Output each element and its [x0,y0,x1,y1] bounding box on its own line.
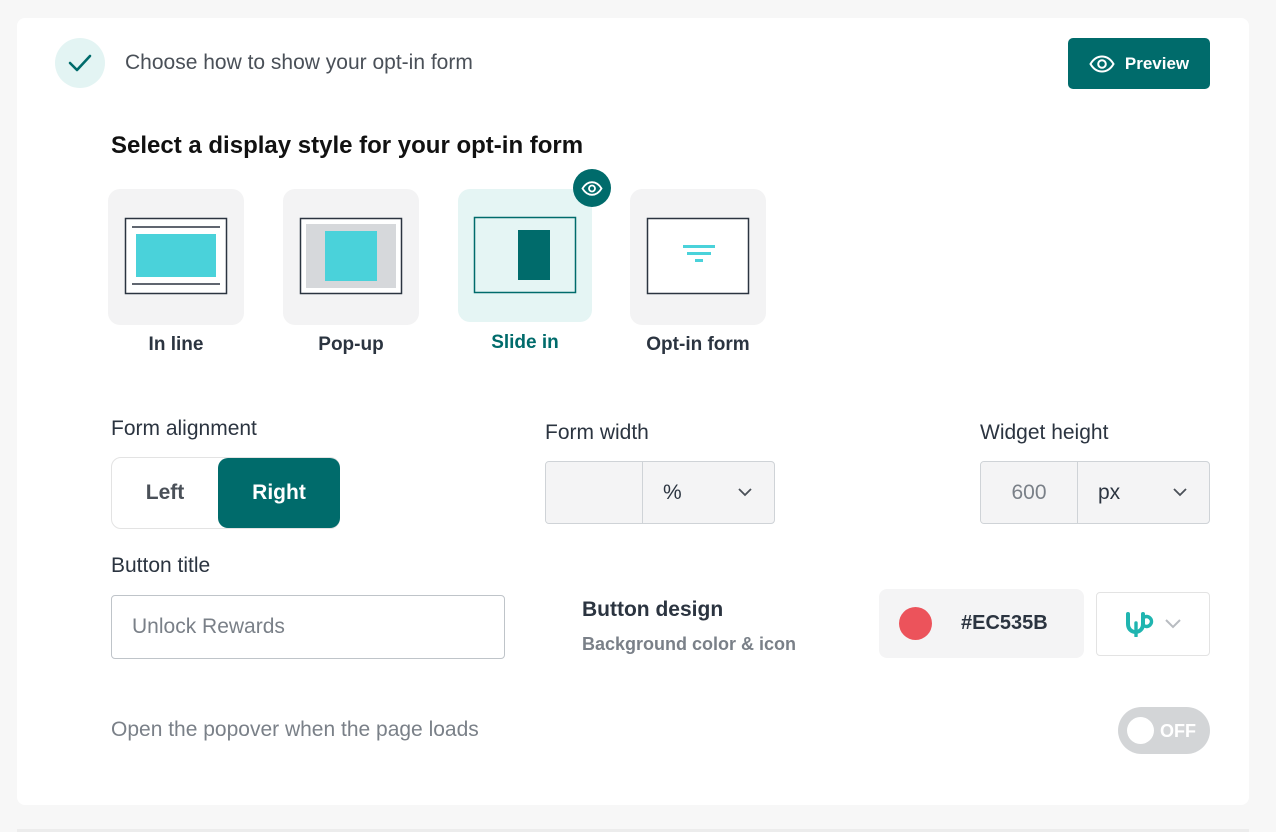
style-label-popup: Pop-up [318,334,384,355]
form-alignment-toggle: Left Right [111,457,340,529]
align-right-option[interactable]: Right [218,458,340,528]
step-complete-badge [55,38,105,88]
chevron-down-icon [738,488,752,497]
preview-button[interactable]: Preview [1068,38,1210,89]
popover-on-load-label: Open the popover when the page loads [111,718,479,741]
toggle-state-text: OFF [1160,721,1196,741]
up-logo-icon [1126,612,1154,637]
style-label-slide-in: Slide in [491,332,559,353]
eye-icon [1089,54,1115,73]
slide-in-layout-icon [473,216,577,294]
preview-button-label: Preview [1124,53,1190,73]
style-label-optin-form: Opt-in form [646,334,750,355]
settings-card: Choose how to show your opt-in form Prev… [17,18,1249,805]
style-label-inline: In line [148,334,204,355]
widget-height-control: 600 px [980,461,1210,524]
chevron-down-icon [1165,619,1181,629]
button-title-placeholder: Unlock Rewards [132,615,285,638]
display-style-title: Select a display style for your opt-in f… [111,132,584,159]
color-swatch [899,607,932,640]
selected-preview-badge[interactable] [573,169,611,207]
button-design-title: Button design [582,598,724,621]
align-left-option[interactable]: Left [112,458,218,528]
checkmark-icon [68,54,92,72]
popup-layout-icon [299,217,403,295]
toggle-knob [1127,717,1154,744]
optin-form-layout-icon [646,217,750,295]
widget-height-unit-value: px [1098,480,1121,504]
eye-icon [581,180,603,196]
style-option-inline[interactable] [108,189,244,325]
form-width-label: Form width [545,421,649,444]
button-title-input[interactable]: Unlock Rewards [111,595,505,659]
button-title-label: Button title [111,554,211,577]
form-width-unit-select[interactable]: % [643,462,774,523]
form-width-unit-value: % [663,480,682,504]
chevron-down-icon [1173,488,1187,497]
form-alignment-label: Form alignment [111,417,257,440]
button-icon-select[interactable] [1096,592,1210,656]
step-title: Choose how to show your opt-in form [125,51,473,74]
style-option-optin-form[interactable] [630,189,766,325]
inline-layout-icon [124,217,228,295]
button-design-subtitle: Background color & icon [582,634,797,654]
widget-height-unit-select[interactable]: px [1078,462,1209,523]
button-color-picker[interactable]: #EC535B [879,589,1084,658]
widget-height-label: Widget height [980,421,1109,444]
form-width-input[interactable] [546,462,643,523]
style-option-slide-in[interactable] [458,189,592,322]
style-option-popup[interactable] [283,189,419,325]
popover-on-load-toggle[interactable]: OFF [1118,707,1210,754]
widget-height-input[interactable]: 600 [981,462,1078,523]
color-hex-value: #EC535B [961,612,1048,634]
form-width-control: % [545,461,775,524]
